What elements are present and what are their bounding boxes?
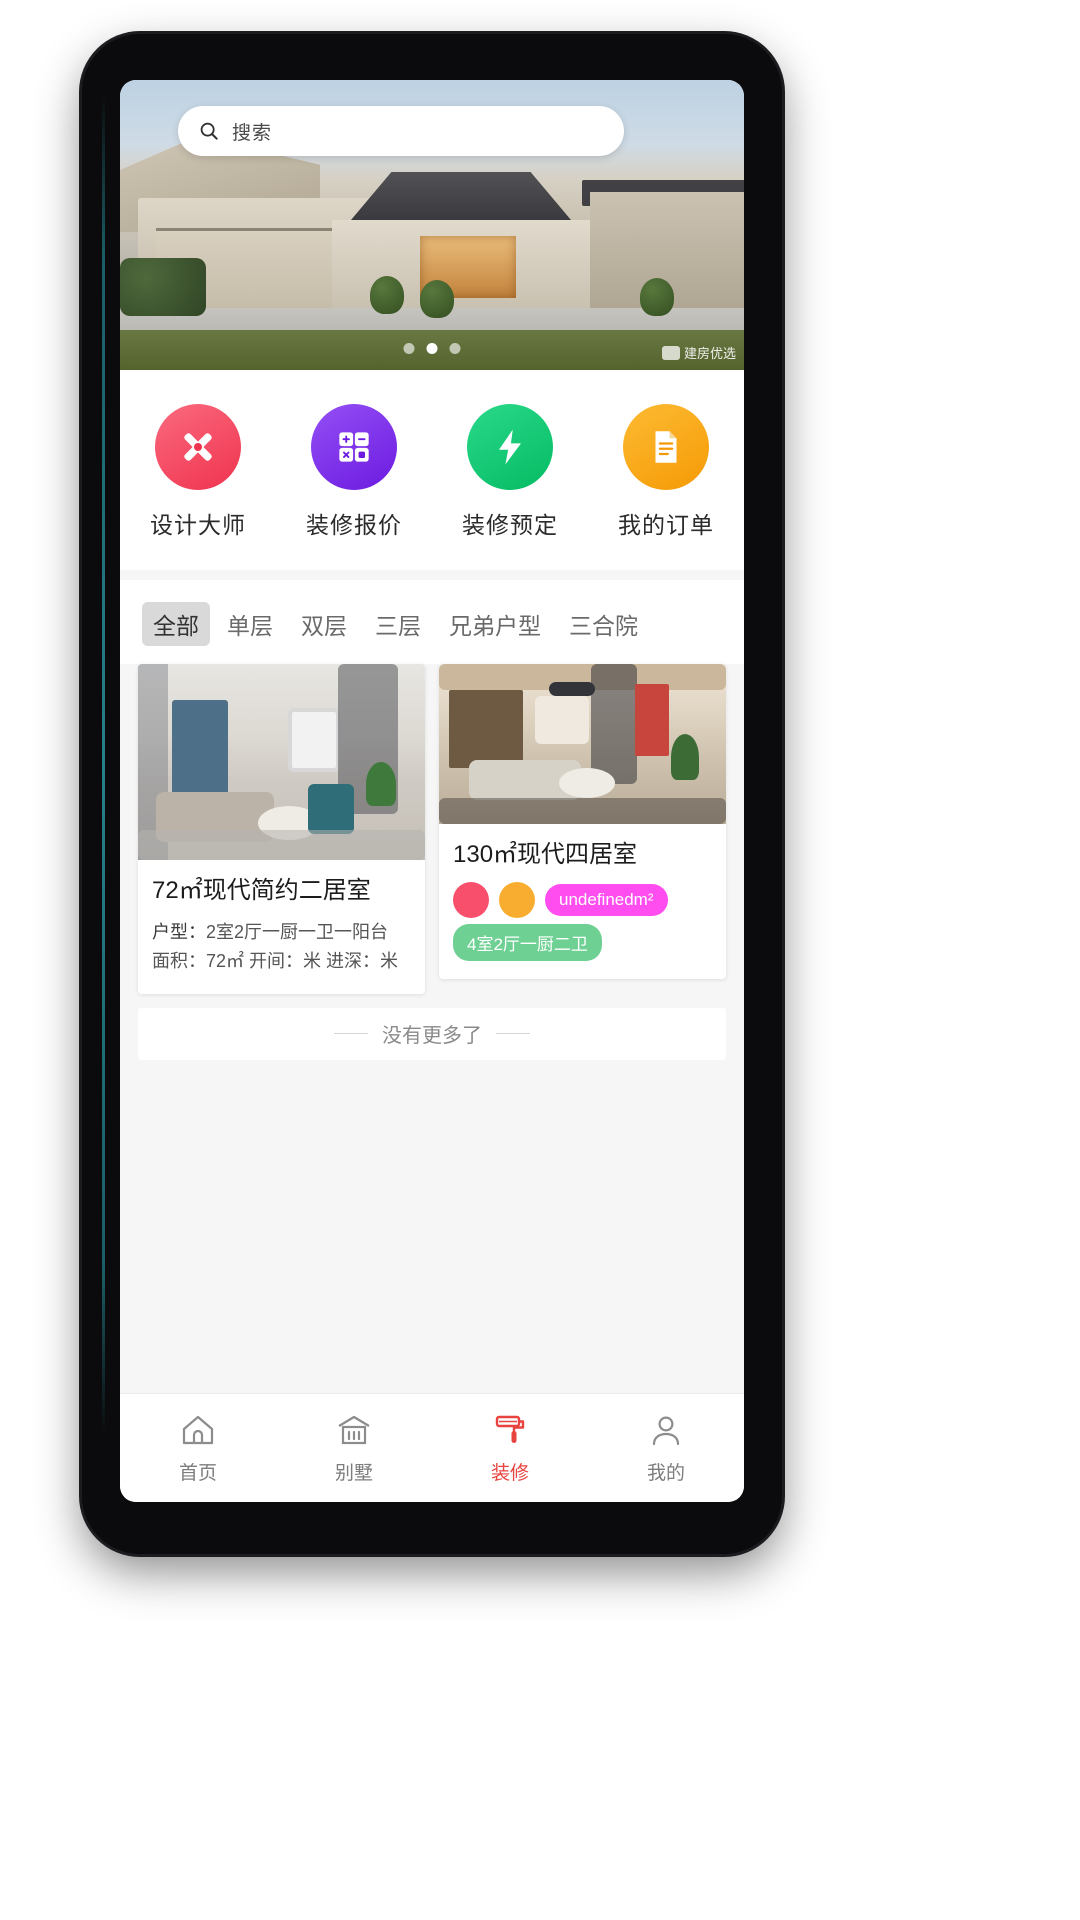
tab-brother-layout[interactable]: 兄弟户型 — [438, 602, 552, 646]
color-dot-orange — [499, 882, 535, 918]
quick-action-label: 我的订单 — [618, 512, 714, 538]
villa-icon — [334, 1411, 374, 1449]
nav-label: 首页 — [178, 1463, 217, 1484]
card-title: 72㎡现代简约二居室 — [152, 877, 371, 904]
carousel-dot[interactable] — [449, 343, 461, 354]
quick-action-renovation-quote[interactable]: 装修报价 — [276, 404, 432, 540]
card-chip-row-second: 4室2厅一厨二卫 — [453, 924, 712, 961]
end-of-list-text: 没有更多了 — [382, 1025, 482, 1048]
document-icon — [655, 431, 677, 463]
color-dot-red — [453, 882, 489, 918]
watermark-text: 建房优选 — [683, 346, 736, 361]
phone-device-frame: 搜索 建房优选 设计大师 装修报价 装修预定 我的订单 全部 单层 双层 三层 … — [82, 34, 782, 1554]
category-tab-section: 全部 单层 双层 三层 兄弟户型 三合院 — [120, 580, 744, 664]
carousel-dot[interactable] — [403, 343, 415, 354]
card-layout-value: 2室2厅一厨一卫一阳台 — [206, 922, 389, 942]
lightning-icon-circle[interactable] — [467, 404, 553, 490]
chip-area[interactable]: undefinedm² — [545, 884, 668, 916]
quick-action-label: 设计大师 — [150, 512, 246, 538]
tab-double-storey[interactable]: 双层 — [290, 602, 358, 646]
person-icon — [646, 1411, 686, 1449]
document-icon-circle[interactable] — [623, 404, 709, 490]
hero-banner-carousel[interactable]: 搜索 建房优选 — [120, 80, 744, 370]
quick-action-label: 装修预定 — [462, 512, 558, 538]
carousel-dots[interactable] — [403, 343, 461, 354]
quick-action-design-master[interactable]: 设计大师 — [120, 404, 276, 540]
nav-label: 别墅 — [334, 1463, 373, 1484]
house-plan-card[interactable]: 72㎡现代简约二居室 户型：2室2厅一厨一卫一阳台 面积：72㎡ 开间：米 进深… — [138, 664, 425, 994]
nav-item-villa[interactable]: 别墅 — [276, 1411, 432, 1485]
search-icon — [200, 122, 218, 140]
category-tabs: 全部 单层 双层 三层 兄弟户型 三合院 — [120, 602, 744, 646]
card-layout-label: 户型： — [152, 922, 206, 942]
card-title: 130㎡现代四居室 — [453, 841, 638, 868]
nav-item-renovation[interactable]: 装修 — [432, 1411, 588, 1485]
hero-watermark: 建房优选 — [661, 343, 736, 362]
house-plan-card-grid: 72㎡现代简约二居室 户型：2室2厅一厨一卫一阳台 面积：72㎡ 开间：米 进深… — [120, 664, 744, 994]
paint-roller-icon — [490, 1411, 530, 1449]
house-plan-card[interactable]: 130㎡现代四居室 undefinedm² 4室2厅一厨二卫 — [439, 664, 726, 979]
nav-item-home[interactable]: 首页 — [120, 1411, 276, 1485]
calculator-icon-circle[interactable] — [311, 404, 397, 490]
design-tools-icon-circle[interactable] — [155, 404, 241, 490]
card-area-line: 面积：72㎡ 开间：米 进深：米 — [152, 950, 399, 971]
tab-single-storey[interactable]: 单层 — [216, 602, 284, 646]
nav-label: 装修 — [490, 1463, 529, 1484]
search-placeholder: 搜索 — [232, 122, 273, 144]
nav-label: 我的 — [646, 1463, 685, 1484]
card-thumbnail — [439, 664, 726, 824]
search-bar[interactable]: 搜索 — [178, 106, 624, 156]
card-body: 72㎡现代简约二居室 户型：2室2厅一厨一卫一阳台 面积：72㎡ 开间：米 进深… — [138, 860, 425, 994]
watermark-logo-icon — [661, 345, 680, 360]
bottom-navigation-bar: 首页 别墅 装修 我的 — [120, 1393, 744, 1502]
chip-layout[interactable]: 4室2厅一厨二卫 — [453, 924, 602, 961]
card-layout-line: 户型：2室2厅一厨一卫一阳台 — [152, 918, 411, 947]
design-tools-icon — [184, 433, 212, 461]
quick-actions-row: 设计大师 装修报价 装修预定 我的订单 — [120, 370, 744, 570]
home-icon — [178, 1411, 218, 1449]
card-thumbnail — [138, 664, 425, 860]
carousel-dot-active[interactable] — [426, 343, 438, 354]
divider-left — [334, 1033, 368, 1035]
card-chip-row: undefinedm² — [453, 882, 712, 918]
quick-action-renovation-booking[interactable]: 装修预定 — [432, 404, 588, 540]
app-screen: 搜索 建房优选 设计大师 装修报价 装修预定 我的订单 全部 单层 双层 三层 … — [120, 80, 744, 1502]
tab-triple-storey[interactable]: 三层 — [364, 602, 432, 646]
nav-item-profile[interactable]: 我的 — [588, 1411, 744, 1485]
tab-all[interactable]: 全部 — [142, 602, 210, 646]
quick-action-my-orders[interactable]: 我的订单 — [588, 404, 744, 540]
phone-notch — [327, 34, 537, 60]
calculator-icon — [339, 432, 369, 462]
divider-right — [496, 1033, 530, 1035]
tab-courtyard[interactable]: 三合院 — [558, 602, 649, 646]
lightning-icon — [499, 429, 521, 465]
quick-action-label: 装修报价 — [306, 512, 402, 538]
card-body: 130㎡现代四居室 undefinedm² 4室2厅一厨二卫 — [439, 824, 726, 979]
end-of-list-indicator: 没有更多了 — [138, 1007, 726, 1060]
